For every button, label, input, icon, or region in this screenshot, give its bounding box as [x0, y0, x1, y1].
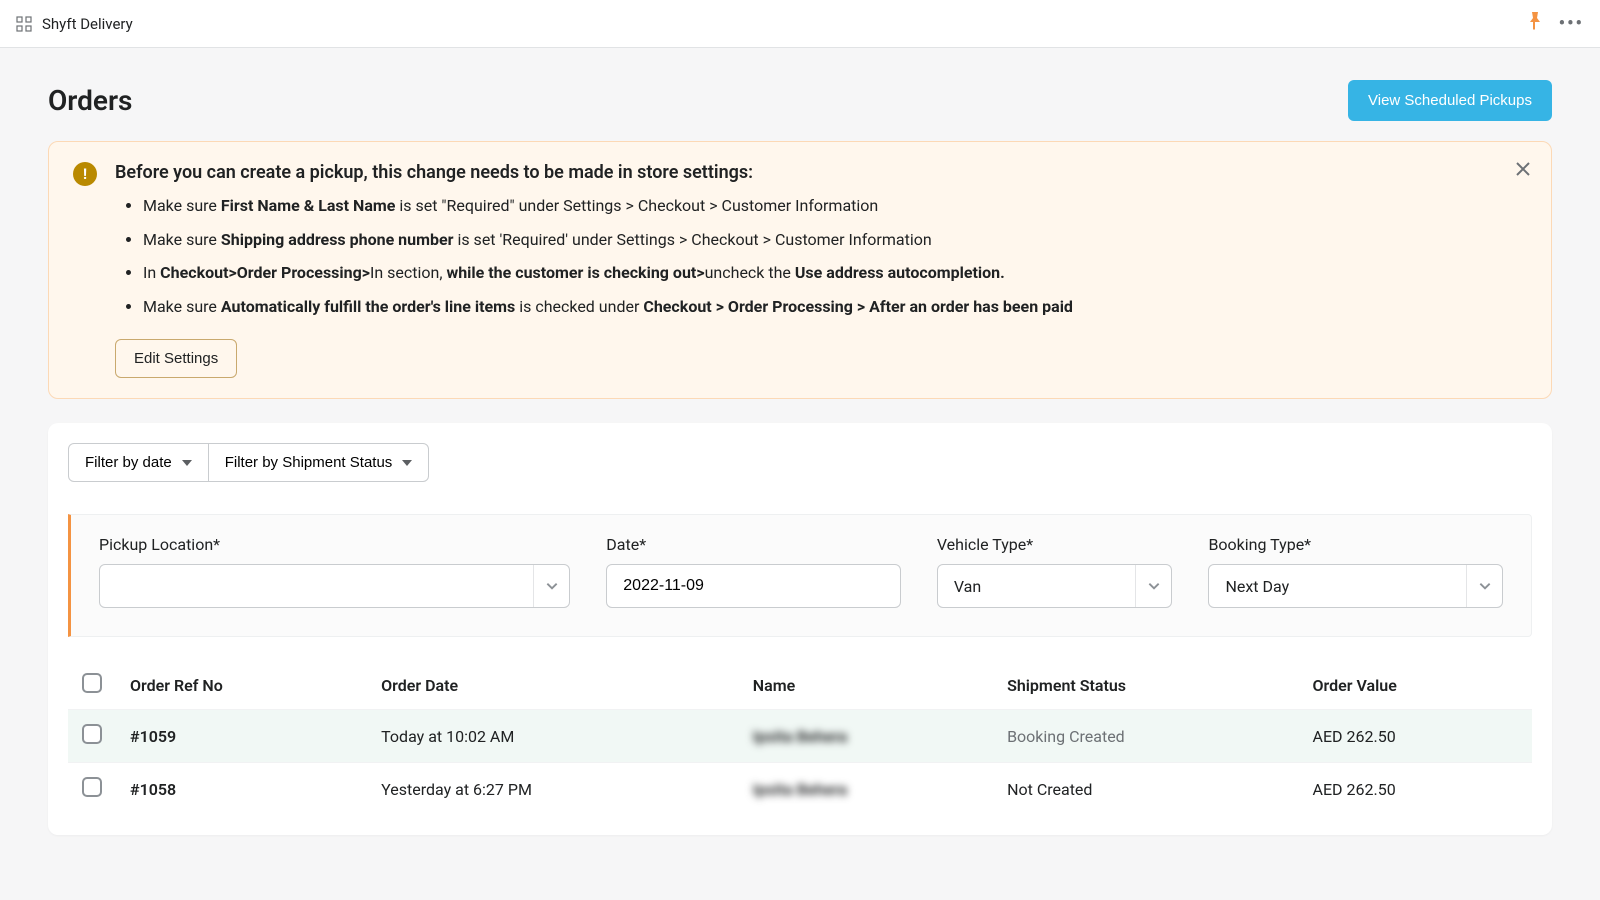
- table-row[interactable]: #1059 Today at 10:02 AM Ipsita Behera Bo…: [68, 710, 1532, 763]
- col-date: Order Date: [367, 661, 739, 710]
- cell-ref: #1059: [116, 710, 367, 763]
- booking-type-value: Next Day: [1209, 577, 1466, 596]
- date-input[interactable]: [607, 577, 900, 595]
- alert-item: Make sure First Name & Last Name is set …: [143, 193, 1527, 219]
- chevron-down-icon: [1466, 565, 1502, 607]
- booking-type-label: Booking Type*: [1208, 535, 1503, 554]
- vehicle-type-value: Van: [938, 577, 1136, 596]
- alert-list: Make sure First Name & Last Name is set …: [115, 193, 1527, 319]
- view-scheduled-pickups-button[interactable]: View Scheduled Pickups: [1348, 80, 1552, 121]
- cell-date: Today at 10:02 AM: [367, 710, 739, 763]
- vehicle-type-label: Vehicle Type*: [937, 535, 1173, 554]
- cell-name: Ipsita Behera: [739, 710, 993, 763]
- pin-icon[interactable]: [1527, 12, 1543, 35]
- filter-label: Filter by Shipment Status: [225, 454, 393, 471]
- filter-by-date-button[interactable]: Filter by date: [68, 443, 209, 482]
- filter-label: Filter by date: [85, 454, 172, 471]
- page-header: Orders View Scheduled Pickups: [48, 80, 1552, 121]
- select-all-checkbox[interactable]: [82, 673, 102, 693]
- col-name: Name: [739, 661, 993, 710]
- warning-icon: !: [73, 162, 97, 186]
- edit-settings-button[interactable]: Edit Settings: [115, 339, 237, 378]
- pickup-location-select[interactable]: [99, 564, 570, 608]
- app-name: Shyft Delivery: [42, 15, 133, 33]
- filter-by-status-button[interactable]: Filter by Shipment Status: [208, 443, 430, 482]
- col-status: Shipment Status: [993, 661, 1298, 710]
- date-input-wrap[interactable]: [606, 564, 901, 608]
- table-row[interactable]: #1058 Yesterday at 6:27 PM Ipsita Behera…: [68, 763, 1532, 816]
- cell-ref: #1058: [116, 763, 367, 816]
- chevron-down-icon: [533, 565, 569, 607]
- topbar: Shyft Delivery •••: [0, 0, 1600, 48]
- col-value: Order Value: [1299, 661, 1533, 710]
- pickup-location-label: Pickup Location*: [99, 535, 570, 554]
- cell-status: Booking Created: [993, 710, 1298, 763]
- cell-name: Ipsita Behera: [739, 763, 993, 816]
- date-label: Date*: [606, 535, 901, 554]
- cell-value: AED 262.50: [1299, 710, 1533, 763]
- settings-alert: ! Before you can create a pickup, this c…: [48, 141, 1552, 399]
- chevron-down-icon: [1135, 565, 1171, 607]
- orders-card: Filter by date Filter by Shipment Status…: [48, 423, 1552, 835]
- booking-type-select[interactable]: Next Day: [1208, 564, 1503, 608]
- alert-item: Make sure Automatically fulfill the orde…: [143, 294, 1527, 320]
- row-checkbox[interactable]: [82, 724, 102, 744]
- page-title: Orders: [48, 84, 132, 117]
- cell-date: Yesterday at 6:27 PM: [367, 763, 739, 816]
- vehicle-type-select[interactable]: Van: [937, 564, 1173, 608]
- chevron-down-icon: [402, 460, 412, 466]
- alert-item: In Checkout>Order Processing>In section,…: [143, 260, 1527, 286]
- cell-status: Not Created: [993, 763, 1298, 816]
- cell-value: AED 262.50: [1299, 763, 1533, 816]
- alert-item: Make sure Shipping address phone number …: [143, 227, 1527, 253]
- pickup-form: Pickup Location* Date* Vehicle Type* Van: [68, 514, 1532, 637]
- more-menu-icon[interactable]: •••: [1559, 13, 1584, 34]
- orders-table: Order Ref No Order Date Name Shipment St…: [68, 661, 1532, 815]
- close-alert-button[interactable]: [1515, 160, 1531, 183]
- app-grid-icon: [16, 16, 32, 32]
- chevron-down-icon: [182, 460, 192, 466]
- col-ref: Order Ref No: [116, 661, 367, 710]
- row-checkbox[interactable]: [82, 777, 102, 797]
- alert-heading: Before you can create a pickup, this cha…: [115, 162, 1527, 183]
